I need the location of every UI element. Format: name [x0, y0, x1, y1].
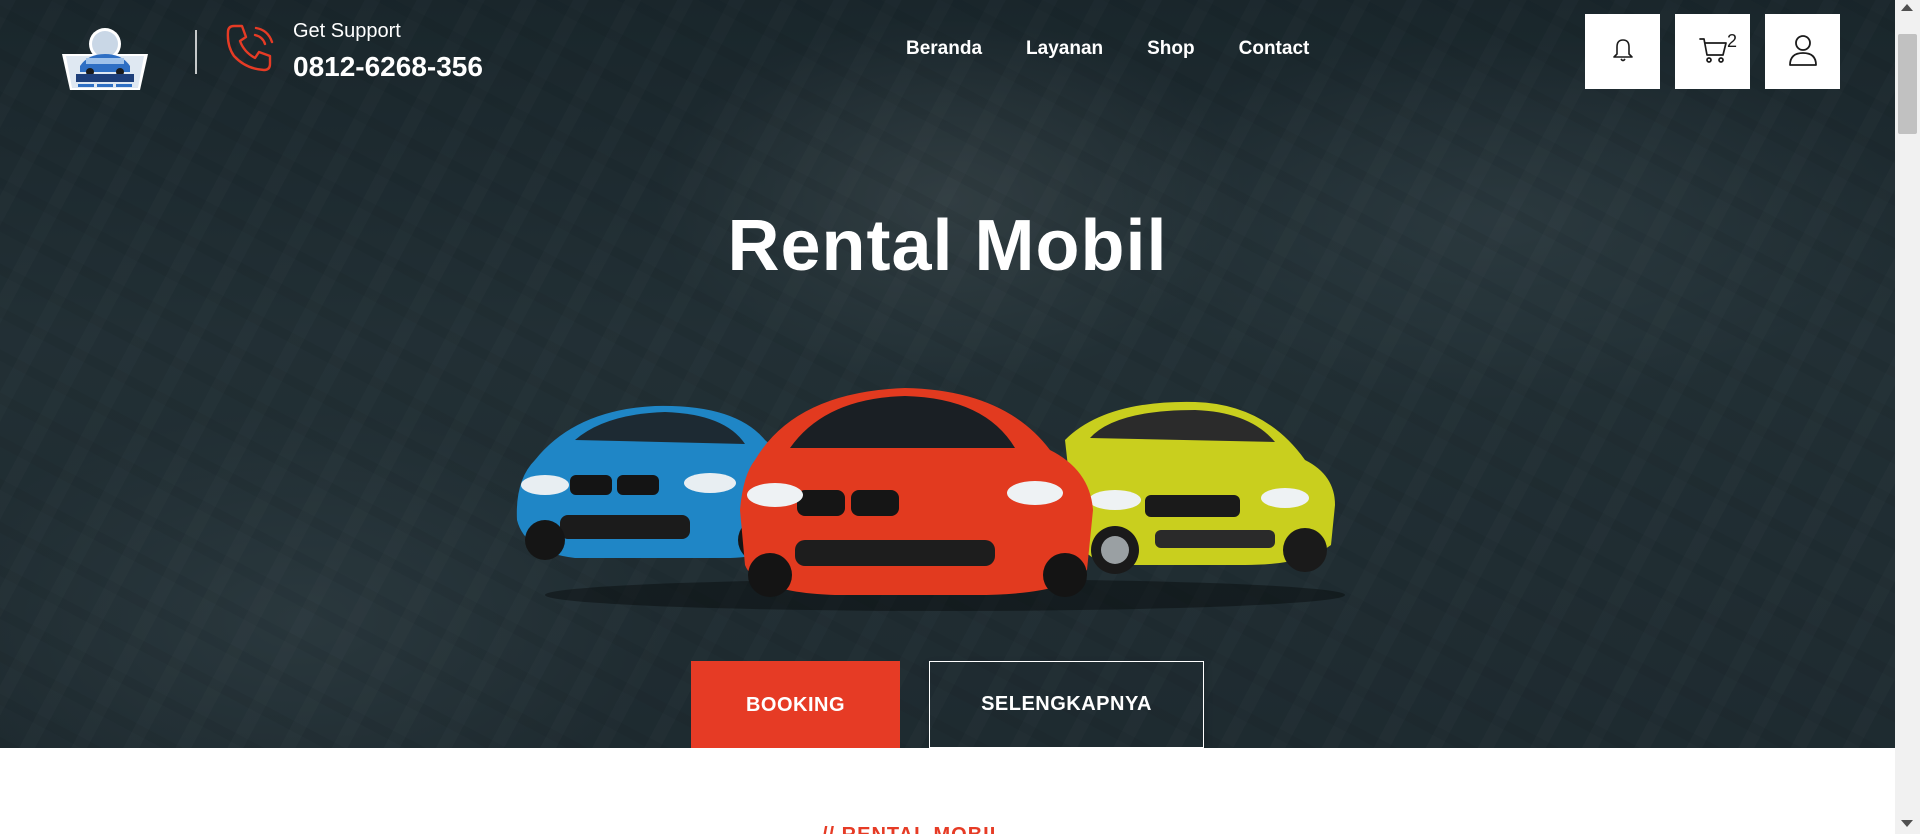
- nav-shop[interactable]: Shop: [1147, 38, 1195, 60]
- header-divider: [195, 30, 197, 74]
- cart-icon: [1697, 34, 1729, 70]
- notification-button[interactable]: [1585, 14, 1660, 89]
- hero-title: Rental Mobil: [727, 206, 1168, 286]
- hero-section: Get Support 0812-6268-356 Beranda Layana…: [0, 0, 1895, 748]
- booking-button[interactable]: BOOKING: [691, 661, 900, 748]
- red-car: [740, 388, 1093, 597]
- cart-button[interactable]: 2: [1675, 14, 1750, 89]
- main-nav: Beranda Layanan Shop Contact: [906, 38, 1309, 60]
- user-icon: [1787, 33, 1819, 71]
- account-button[interactable]: [1765, 14, 1840, 89]
- yellow-car: [1065, 401, 1335, 574]
- cart-count-badge: 2: [1727, 31, 1738, 51]
- phone-icon: [222, 20, 280, 78]
- read-more-button[interactable]: SELENGKAPNYA: [929, 661, 1204, 748]
- scrollbar-thumb[interactable]: [1898, 34, 1917, 134]
- hero-cars-image: [505, 380, 1385, 620]
- nav-layanan[interactable]: Layanan: [1026, 38, 1103, 60]
- support-phone-number[interactable]: 0812-6268-356: [293, 51, 483, 83]
- section-tag: // RENTAL MOBIL: [822, 824, 1003, 834]
- bell-icon: [1611, 37, 1635, 67]
- support-label: Get Support: [293, 20, 401, 42]
- nav-beranda[interactable]: Beranda: [906, 38, 982, 60]
- scroll-down-arrow-icon[interactable]: [1901, 820, 1913, 827]
- hero-overlay: [0, 0, 1895, 748]
- brand-logo[interactable]: [58, 26, 152, 94]
- scroll-up-arrow-icon[interactable]: [1901, 4, 1913, 11]
- nav-contact[interactable]: Contact: [1239, 38, 1310, 60]
